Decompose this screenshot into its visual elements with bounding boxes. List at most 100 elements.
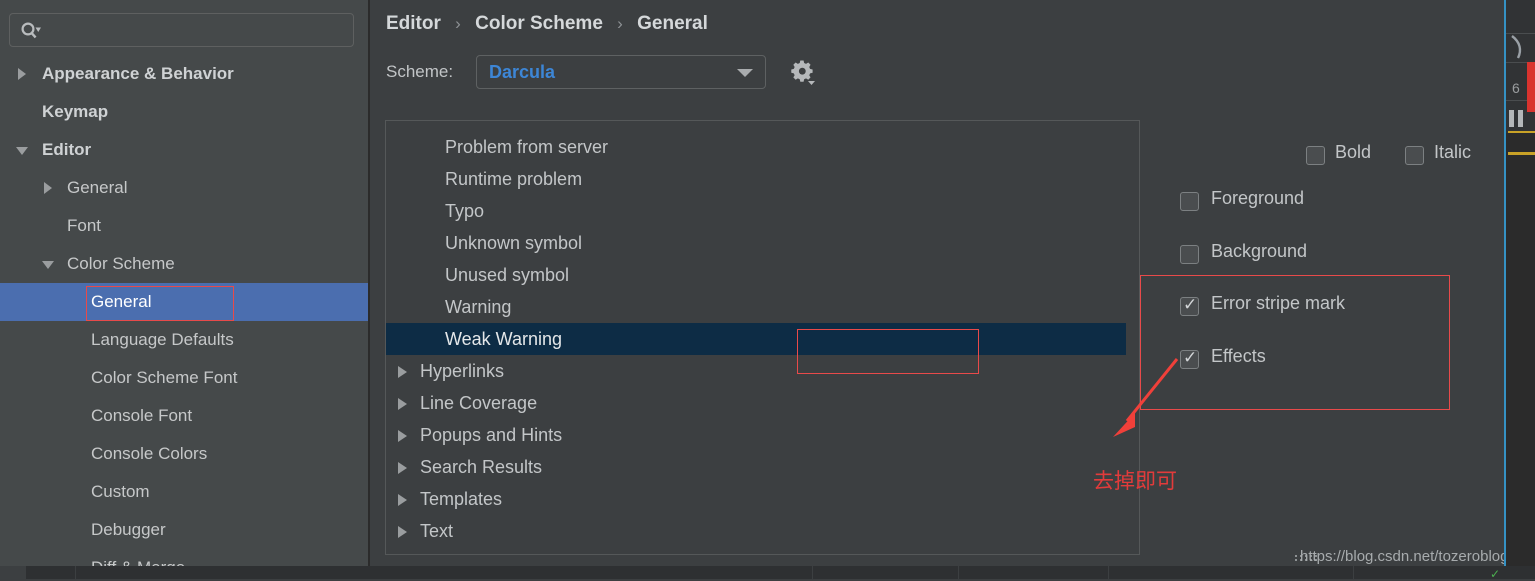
sidebar-item-editor[interactable]: Editor <box>0 131 370 169</box>
sidebar-item-label: General <box>67 178 128 197</box>
sidebar-item-label: Debugger <box>91 520 166 539</box>
sidebar-item-appearance-behavior[interactable]: Appearance & Behavior <box>0 55 370 93</box>
curve-glyph-icon <box>1511 35 1522 59</box>
sidebar-item-console-font[interactable]: Console Font <box>0 397 370 435</box>
search-input[interactable] <box>9 13 354 47</box>
settings-dialog: Appearance & Behavior Keymap Editor General… <box>0 0 1535 581</box>
status-bar: ✓ <box>0 566 1535 581</box>
list-item-label: Runtime problem <box>445 169 583 189</box>
scheme-value: Darcula <box>489 62 556 82</box>
italic-label: Italic <box>1434 142 1472 162</box>
breadcrumb-separator-2: › <box>617 14 623 33</box>
list-item[interactable]: Popups and Hints <box>386 419 1126 451</box>
chevron-down-icon[interactable] <box>16 147 28 155</box>
list-item[interactable]: Typo <box>386 195 1126 227</box>
sidebar-item-label: Editor <box>42 140 92 159</box>
color-items-list[interactable]: Error Problem from server Runtime problem T… <box>385 120 1140 555</box>
chevron-right-icon[interactable] <box>44 182 52 194</box>
sidebar-item-custom[interactable]: Custom <box>0 473 370 511</box>
search-field[interactable] <box>52 18 346 44</box>
background-checkbox[interactable] <box>1180 245 1199 264</box>
chevron-right-icon[interactable] <box>398 462 407 474</box>
list-item-label: Line Coverage <box>420 393 538 413</box>
foreground-label: Foreground <box>1211 188 1305 208</box>
sidebar-item-language-defaults[interactable]: Language Defaults <box>0 321 370 359</box>
sidebar-item-label: Color Scheme Font <box>91 368 238 387</box>
sidebar-item-label: Keymap <box>42 102 109 121</box>
sidebar-scrollbar-track[interactable] <box>353 55 716 455</box>
chevron-right-icon[interactable] <box>398 398 407 410</box>
list-item[interactable]: Unknown symbol <box>386 227 1126 259</box>
list-item-label: Problem from server <box>445 137 609 157</box>
chevron-down-icon[interactable] <box>42 261 54 269</box>
list-item[interactable]: Runtime problem <box>386 163 1126 195</box>
list-item[interactable]: Search Results <box>386 451 1126 483</box>
list-item-label: Hyperlinks <box>420 361 505 381</box>
gear-icon[interactable] <box>788 58 818 88</box>
sidebar-item-label: Console Font <box>91 406 193 425</box>
editor-gutter-dark <box>1506 133 1535 566</box>
breadcrumb: Editor › Color Scheme › General <box>386 13 708 35</box>
sidebar-item-label: Language Defaults <box>91 330 234 349</box>
list-item-label: Text <box>420 521 454 541</box>
breadcrumb-editor[interactable]: Editor <box>386 13 441 34</box>
annotation-note-cn: 去掉即可 <box>1093 469 1177 493</box>
bold-label: Bold <box>1335 142 1372 162</box>
list-item[interactable]: Warning <box>386 291 1126 323</box>
list-item[interactable]: Templates <box>386 483 1126 515</box>
status-bar-left <box>0 566 26 579</box>
foreground-checkbox[interactable] <box>1180 192 1199 211</box>
breadcrumb-general[interactable]: General <box>637 13 708 34</box>
list-item-label: Warning <box>445 297 512 317</box>
scheme-label: Scheme: <box>386 62 454 81</box>
scheme-dropdown[interactable]: Darcula <box>476 55 766 89</box>
sidebar-item-label: Custom <box>91 482 150 501</box>
breadcrumb-separator-1: › <box>455 14 461 33</box>
list-item-label: Typo <box>445 201 485 221</box>
list-item[interactable]: Weak Warning <box>386 323 1126 355</box>
chevron-right-icon[interactable] <box>18 68 26 80</box>
sidebar-item-label: Color Scheme <box>67 254 175 273</box>
list-item[interactable]: Line Coverage <box>386 387 1126 419</box>
list-item[interactable]: Text <box>386 515 1126 547</box>
sidebar-item-label: Appearance & Behavior <box>42 64 234 83</box>
editor-focus-border <box>1504 0 1506 566</box>
list-item[interactable]: Problem from server <box>386 131 1126 163</box>
bold-checkbox[interactable] <box>1306 146 1325 165</box>
list-item-label: Templates <box>420 489 503 509</box>
chevron-down-icon <box>737 69 753 77</box>
list-item[interactable]: Hyperlinks <box>386 355 1126 387</box>
list-item-label: Search Results <box>420 457 543 477</box>
annotation-box-effects <box>1140 275 1450 410</box>
list-item[interactable]: Error <box>386 121 1126 131</box>
sidebar-item-font[interactable]: Font <box>0 207 370 245</box>
list-item-label: Popups and Hints <box>420 425 563 445</box>
sidebar-item-keymap[interactable]: Keymap <box>0 93 370 131</box>
chevron-right-icon[interactable] <box>398 526 407 538</box>
list-item-label: Unused symbol <box>445 265 570 285</box>
sidebar-item-color-scheme-font[interactable]: Color Scheme Font <box>0 359 370 397</box>
italic-checkbox[interactable] <box>1405 146 1424 165</box>
watermark: https://blog.csdn.net/tozeroblog <box>1300 548 1509 565</box>
chevron-right-icon[interactable] <box>398 366 407 378</box>
line-number: 6 <box>1512 80 1520 96</box>
sidebar-item-general[interactable]: General <box>0 169 370 207</box>
error-stripe-marker[interactable] <box>1527 62 1535 112</box>
search-icon <box>21 22 41 39</box>
chevron-right-icon[interactable] <box>398 430 407 442</box>
sidebar-item-color-scheme[interactable]: Color Scheme <box>0 245 370 283</box>
sidebar-item-label: Font <box>67 216 102 235</box>
list-item-label: Unknown symbol <box>445 233 583 253</box>
list-item-label: Weak Warning <box>445 329 563 349</box>
chevron-right-icon[interactable] <box>398 494 407 506</box>
pause-icon[interactable] <box>1509 110 1524 127</box>
annotation-box-weak-warning <box>797 329 979 374</box>
sidebar-item-console-colors[interactable]: Console Colors <box>0 435 370 473</box>
background-label: Background <box>1211 241 1308 261</box>
breadcrumb-color-scheme[interactable]: Color Scheme <box>475 13 603 34</box>
settings-sidebar: Appearance & Behavior Keymap Editor General… <box>0 0 716 579</box>
list-rows: Error Problem from server Runtime problem T… <box>386 121 1126 547</box>
annotation-box-general <box>86 286 234 321</box>
sidebar-item-debugger[interactable]: Debugger <box>0 511 370 549</box>
list-item[interactable]: Unused symbol <box>386 259 1126 291</box>
